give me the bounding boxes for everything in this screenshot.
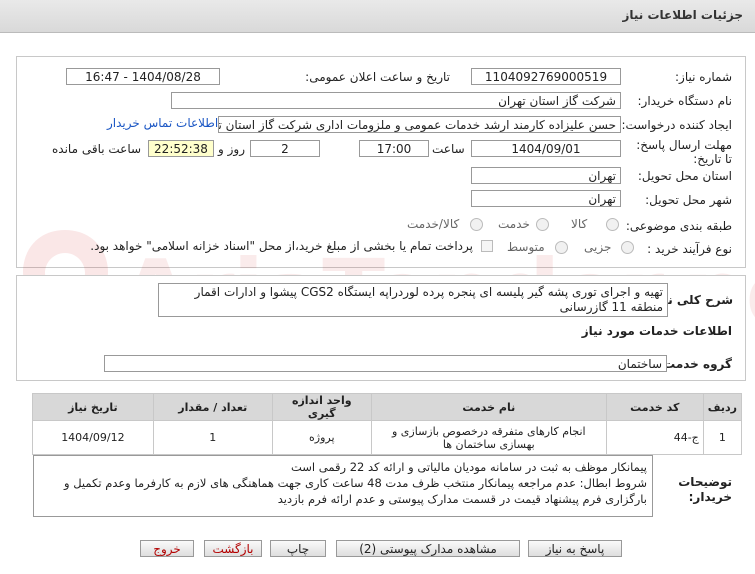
buyer-notes-box[interactable]: پیمانکار موظف به ثبت در سامانه مودیان ما… xyxy=(33,455,653,517)
exit-button[interactable]: خروج xyxy=(140,540,194,557)
category-radio-goods[interactable] xyxy=(606,218,619,231)
col-unit: واحد اندازه گیری xyxy=(271,393,372,421)
col-service-code: کد خدمت xyxy=(605,393,704,421)
service-group-label: گروه خدمت: xyxy=(658,357,732,371)
need-number-field: 1104092769000519 xyxy=(471,68,621,85)
cell-service-name: انجام کارهای متفرقه درخصوص بازسازی و بهس… xyxy=(370,420,607,455)
process-radio-medium[interactable] xyxy=(555,241,568,254)
deadline-label: مهلت ارسال پاسخ: تا تاریخ: xyxy=(632,138,732,166)
services-table: ردیف کد خدمت نام خدمت واحد اندازه گیری ت… xyxy=(32,393,743,455)
delivery-province-field: تهران xyxy=(471,167,621,184)
process-radio-minor[interactable] xyxy=(621,241,634,254)
cell-need-date: 1404/09/12 xyxy=(32,420,154,455)
treasury-payment-checkbox[interactable] xyxy=(481,240,493,252)
deadline-time-label: ساعت xyxy=(432,142,465,156)
announce-datetime-label: تاریخ و ساعت اعلان عمومی: xyxy=(305,70,450,84)
description-text: تهیه و اجرای توری پشه گیر پلیسه ای پنجره… xyxy=(194,285,663,314)
cell-service-code: ج-44 xyxy=(605,420,704,455)
service-group-field: ساختمان xyxy=(104,355,667,372)
window-title: جزئیات اطلاعات نیاز xyxy=(622,8,743,22)
buyer-notes-line: شروط ابطال: عدم مراجعه پیمانکار منتخب ظر… xyxy=(64,476,647,490)
delivery-city-label: شهر محل تحویل: xyxy=(645,193,732,207)
process-type-label: نوع فرآیند خرید : xyxy=(647,242,732,256)
col-quantity: تعداد / مقدار xyxy=(152,393,273,421)
cell-unit: پروژه xyxy=(271,420,372,455)
deadline-time-field: 17:00 xyxy=(359,140,429,157)
remaining-time-field: 22:52:38 xyxy=(148,140,214,157)
buyer-org-field: شرکت گاز استان تهران xyxy=(171,92,621,109)
deadline-label-text: مهلت ارسال پاسخ: تا تاریخ: xyxy=(636,138,732,166)
days-label: روز و xyxy=(218,142,245,156)
need-number-label: شماره نیاز: xyxy=(675,70,732,84)
cell-row-number: 1 xyxy=(702,420,743,455)
buyer-notes-label: توضیحات خریدار: xyxy=(660,475,732,505)
buyer-notes-label-text: توضیحات خریدار: xyxy=(678,475,732,504)
category-label: طبقه بندی موضوعی: xyxy=(625,219,732,233)
col-service-name: نام خدمت xyxy=(370,393,607,421)
window-titlebar: جزئیات اطلاعات نیاز xyxy=(0,0,755,33)
description-field[interactable]: تهیه و اجرای توری پشه گیر پلیسه ای پنجره… xyxy=(158,283,668,317)
announce-datetime-field: 1404/08/28 - 16:47 xyxy=(66,68,220,85)
requester-field: حسن علیزاده کارمند ارشد خدمات عمومی و مل… xyxy=(218,116,621,133)
col-row-number: ردیف xyxy=(702,393,743,421)
buyer-notes-line: بارگزاری فرم پیشنهاد قیمت در قسمت مدارک … xyxy=(277,492,647,506)
category-option-service: خدمت xyxy=(498,217,530,231)
col-need-date: تاریخ نیاز xyxy=(32,393,154,421)
remaining-label: ساعت باقی مانده xyxy=(52,142,142,156)
services-table-header: ردیف کد خدمت نام خدمت واحد اندازه گیری ت… xyxy=(32,393,743,421)
table-row: 1 ج-44 انجام کارهای متفرقه درخصوص بازساز… xyxy=(32,420,743,455)
services-section-title: اطلاعات خدمات مورد نیاز xyxy=(581,324,732,338)
print-button[interactable]: چاپ xyxy=(270,540,326,557)
days-field: 2 xyxy=(250,140,320,157)
deadline-date-field: 1404/09/01 xyxy=(471,140,621,157)
treasury-payment-note: پرداخت تمام یا بخشی از مبلغ خرید،از محل … xyxy=(90,239,473,253)
category-radio-service[interactable] xyxy=(536,218,549,231)
attachments-button[interactable]: مشاهده مدارک پیوستی (2) xyxy=(336,540,520,557)
category-radio-both[interactable] xyxy=(470,218,483,231)
cell-quantity: 1 xyxy=(152,420,273,455)
delivery-city-field: تهران xyxy=(471,190,621,207)
reply-button[interactable]: پاسخ به نیاز xyxy=(528,540,622,557)
buyer-contact-link[interactable]: اطلاعات تماس خریدار xyxy=(107,116,218,130)
process-option-minor: جزیی xyxy=(584,240,612,254)
back-button[interactable]: بازگشت xyxy=(204,540,262,557)
process-option-medium: متوسط xyxy=(507,240,545,254)
buyer-notes-line: پیمانکار موظف به ثبت در سامانه مودیان ما… xyxy=(290,460,647,474)
requester-label: ایجاد کننده درخواست: xyxy=(621,118,732,132)
buyer-org-label: نام دستگاه خریدار: xyxy=(637,94,733,108)
category-option-both: کالا/خدمت xyxy=(407,217,460,231)
category-option-goods: کالا xyxy=(571,217,588,231)
delivery-province-label: استان محل تحویل: xyxy=(637,169,732,183)
